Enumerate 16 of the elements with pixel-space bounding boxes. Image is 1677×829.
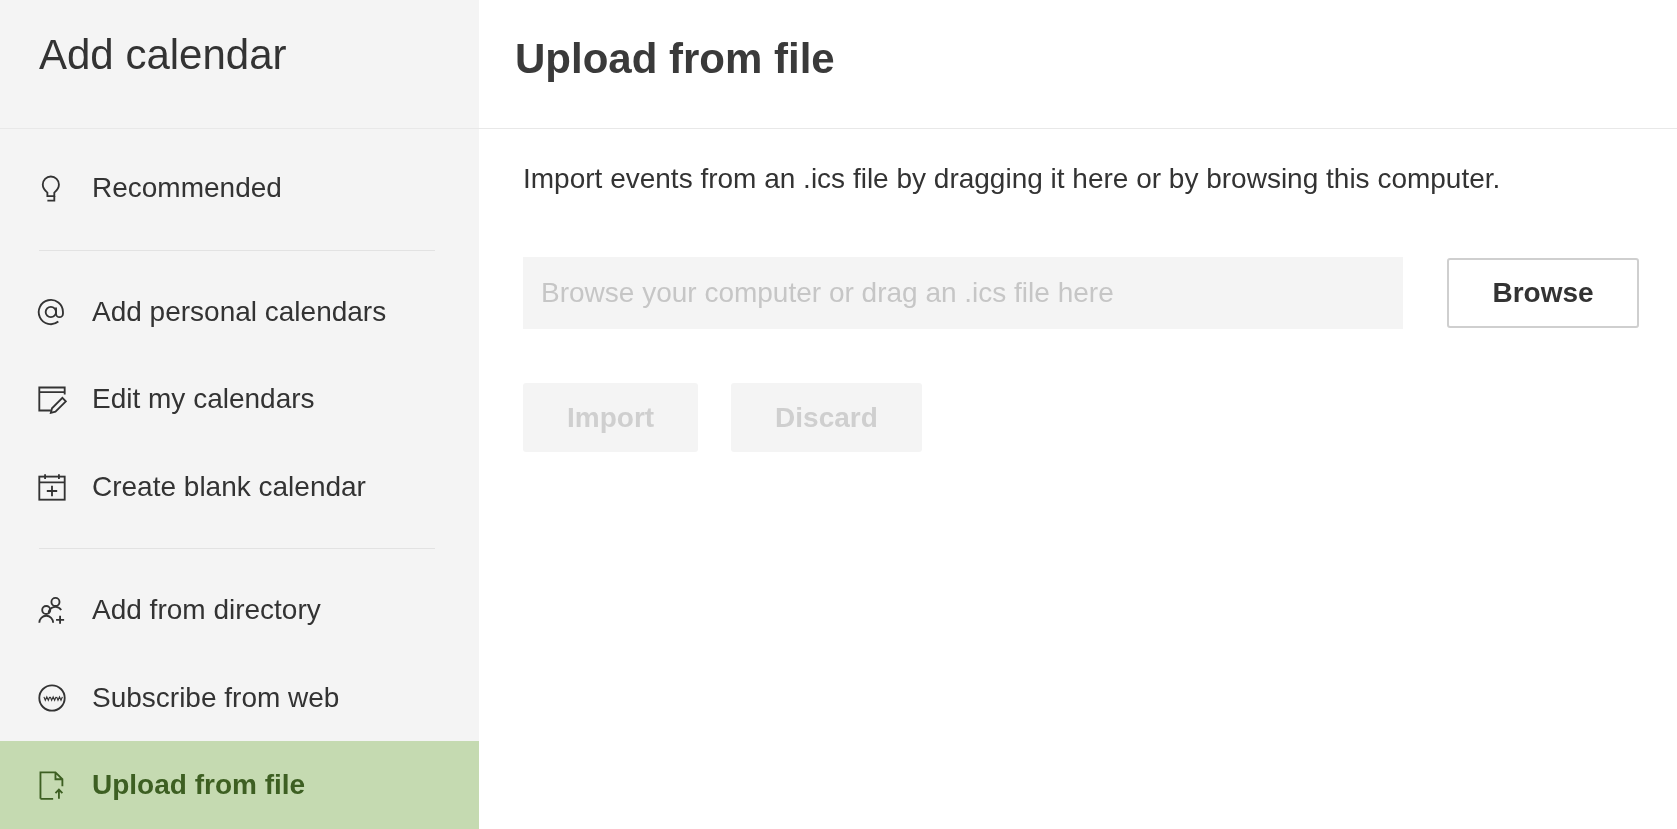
sidebar-item[interactable]: Subscribe from web (0, 653, 479, 742)
at-sign-icon (37, 296, 67, 327)
sidebar-item[interactable]: Create blank calendar (0, 442, 479, 531)
edit-calendar-icon (37, 384, 67, 415)
sidebar-item[interactable]: Edit my calendars (0, 355, 479, 443)
sidebar-item[interactable]: Add from directory (0, 566, 479, 654)
globe-web-icon (37, 682, 67, 713)
sidebar-item[interactable]: Upload from file (0, 741, 479, 829)
description-text: Import events from an .ics file by dragging it here or by browsing this computer. (523, 162, 1502, 196)
sidebar-item[interactable]: Add personal calendars (0, 267, 479, 356)
sidebar-item[interactable]: Recommended (0, 144, 479, 232)
people-add-icon (37, 595, 67, 626)
sidebar-title: Add calendar (38, 30, 288, 80)
page-title: Upload from file (515, 34, 835, 84)
browse-button[interactable]: Browse (1447, 258, 1639, 328)
calendar-plus-icon (37, 471, 67, 502)
